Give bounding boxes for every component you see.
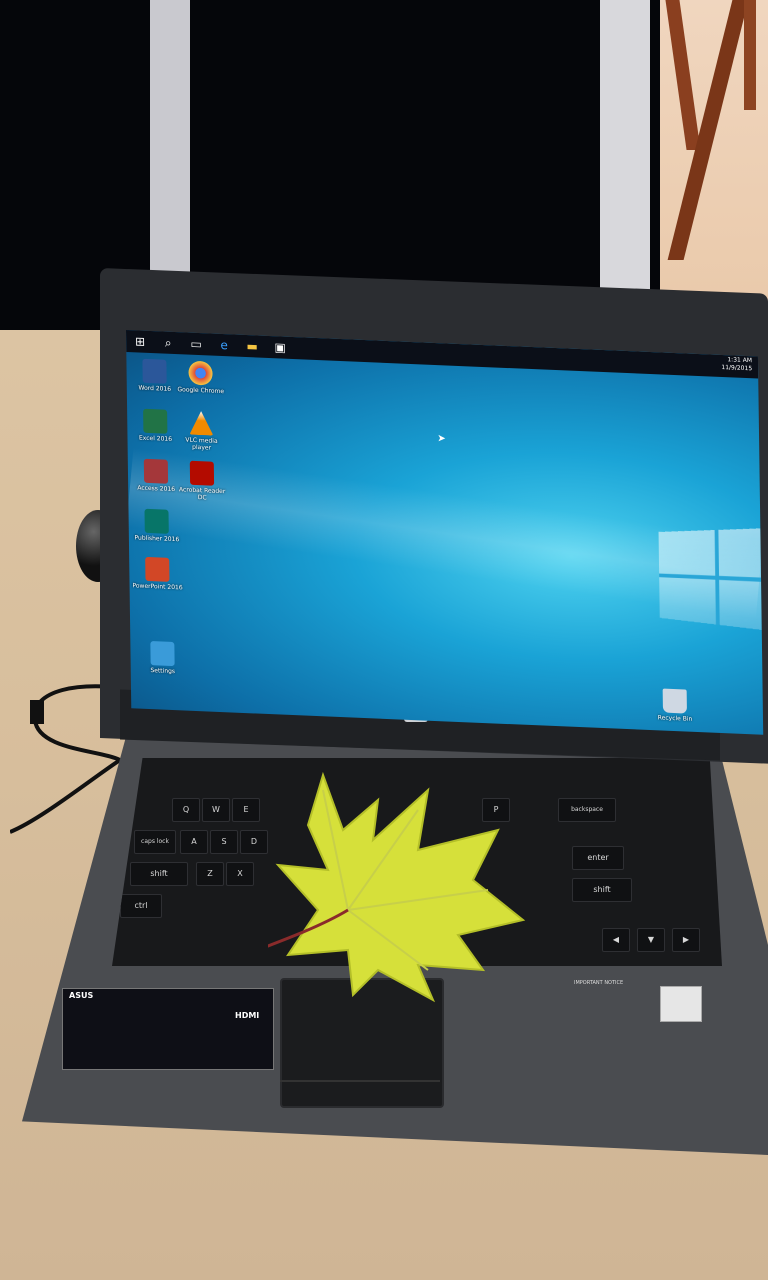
vlc-icon [189,411,213,436]
recycle-bin-icon [662,688,687,714]
acrobat-icon [189,460,215,486]
maple-leaf [268,771,526,1003]
key-w: W [202,798,230,822]
key-e: E [232,798,260,822]
asus-logo-text: ASUS [69,991,94,1000]
desktop-icon-chrome[interactable]: Google Chrome [174,360,226,395]
desktop-icon-publisher[interactable]: Publisher 2016 [130,508,182,543]
touchpad-buttons [280,1080,440,1106]
word-icon [142,358,167,384]
desktop-icon-label: Recycle Bin [657,714,693,723]
mouse-cursor-icon: ➤ [437,433,446,445]
desktop-icon-excel[interactable]: Excel 2016 [129,408,181,443]
desktop-icon-recycle-bin[interactable]: Recycle Bin [649,688,701,723]
desktop-icon-settings[interactable]: Settings [136,640,188,675]
store-icon[interactable]: ▣ [272,339,288,356]
key-d: D [240,830,268,854]
desktop-icon-access[interactable]: Access 2016 [130,458,182,493]
desktop-icon-label: PowerPoint 2016 [132,582,183,592]
key-q: Q [172,798,200,822]
desktop-icon-vlc[interactable]: VLC media player [175,410,228,452]
laptop-screen: ⊞ ⌕ ▭ e ▬ ▣ 1:31 AM 11/9/2015 Word 2016 … [126,330,764,735]
excel-icon [143,408,168,434]
task-view-icon[interactable]: ▭ [188,336,204,353]
chrome-icon [188,360,213,386]
desktop-icon-powerpoint[interactable]: PowerPoint 2016 [131,556,183,591]
monitor-bezel [600,0,650,300]
key-ctrl: ctrl [120,894,162,918]
key-backspace: backspace [558,798,616,822]
asus-sticker: ASUS HDMI [62,988,274,1070]
desktop-icon-label: Word 2016 [138,384,172,393]
gear-icon [150,641,175,667]
desktop-icon-label: Settings [150,667,176,676]
key-caps-lock: caps lock [134,830,176,854]
desktop-icon-label: Excel 2016 [138,434,173,443]
windows-wallpaper-logo [658,527,764,634]
system-clock[interactable]: 1:31 AM 11/9/2015 [721,356,752,373]
desktop-icon-label: VLC media player [185,436,218,452]
powerpoint-icon [145,556,170,582]
key-enter: enter [572,846,624,870]
desktop-icon-label: Acrobat Reader DC [178,486,226,502]
key-shift-left: shift [130,862,188,886]
key-arrow-down: ▼ [637,928,665,952]
chair-leg [744,0,756,110]
clock-date: 11/9/2015 [721,363,753,373]
key-a: A [180,830,208,854]
publisher-icon [144,508,169,534]
key-arrow-left: ◀ [602,928,630,952]
desktop-icon-acrobat[interactable]: Acrobat Reader DC [176,460,229,502]
file-explorer-icon[interactable]: ▬ [244,338,260,355]
desktop-icon-label: Google Chrome [177,386,225,396]
key-z: Z [196,862,224,886]
key-s: S [210,830,238,854]
key-arrow-right: ▶ [672,928,700,952]
desktop-icon-label: Publisher 2016 [134,534,180,544]
key-shift-right: shift [572,878,632,902]
access-icon [143,458,169,484]
desktop-icon-word[interactable]: Word 2016 [128,358,180,393]
important-notice-label: IMPORTANT NOTICE [574,980,624,986]
hdmi-logo-text: HDMI [235,1011,260,1020]
search-icon[interactable]: ⌕ [160,334,176,351]
amd-sticker [660,986,702,1022]
monitor-bezel [150,0,190,300]
windows-icon[interactable]: ⊞ [132,333,148,350]
key-x: X [226,862,254,886]
edge-icon[interactable]: e [216,337,232,354]
